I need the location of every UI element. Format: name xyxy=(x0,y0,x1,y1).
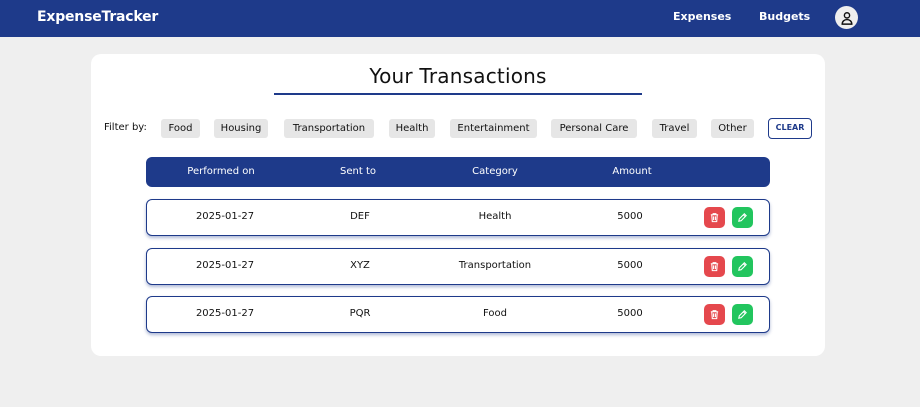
table-header: Performed on Sent to Category Amount xyxy=(146,157,770,187)
pencil-icon xyxy=(738,213,747,222)
column-header-category: Category xyxy=(472,166,518,177)
edit-button[interactable] xyxy=(732,207,753,228)
column-header-amount: Amount xyxy=(612,166,652,177)
title-underline xyxy=(274,93,642,95)
cell-category: Food xyxy=(483,308,507,319)
delete-button[interactable] xyxy=(704,304,725,325)
cell-sent-to: PQR xyxy=(349,308,371,319)
filter-chip-entertainment[interactable]: Entertainment xyxy=(450,119,537,138)
cell-date: 2025-01-27 xyxy=(195,260,255,271)
edit-button[interactable] xyxy=(732,256,753,277)
clear-filters-button[interactable]: CLEAR xyxy=(768,118,812,139)
trash-icon xyxy=(710,262,719,272)
filter-chip-transportation[interactable]: Transportation xyxy=(284,119,374,138)
cell-category: Transportation xyxy=(458,260,532,271)
filter-chip-travel[interactable]: Travel xyxy=(652,119,697,138)
filter-chip-health[interactable]: Health xyxy=(389,119,435,138)
filter-chip-other[interactable]: Other xyxy=(711,119,754,138)
edit-button[interactable] xyxy=(732,304,753,325)
page-title: Your Transactions xyxy=(369,64,547,88)
column-header-performed-on: Performed on xyxy=(187,166,255,177)
transactions-card: Your Transactions Filter by: Food Housin… xyxy=(91,54,825,356)
cell-amount: 5000 xyxy=(617,211,643,222)
trash-icon xyxy=(710,310,719,320)
cell-amount: 5000 xyxy=(617,308,643,319)
profile-avatar-button[interactable] xyxy=(835,6,858,29)
table-row: 2025-01-27 XYZ Transportation 5000 xyxy=(146,248,770,285)
delete-button[interactable] xyxy=(704,207,725,228)
filter-label: Filter by: xyxy=(104,122,147,133)
filter-chip-personal-care[interactable]: Personal Care xyxy=(551,119,637,138)
filter-chip-food[interactable]: Food xyxy=(161,119,200,138)
delete-button[interactable] xyxy=(704,256,725,277)
table-row: 2025-01-27 PQR Food 5000 xyxy=(146,296,770,333)
cell-amount: 5000 xyxy=(617,260,643,271)
user-icon xyxy=(840,11,853,25)
column-header-sent-to: Sent to xyxy=(340,166,376,177)
pencil-icon xyxy=(738,262,747,271)
nav-expenses-link[interactable]: Expenses xyxy=(673,10,731,23)
pencil-icon xyxy=(738,310,747,319)
brand-logo[interactable]: ExpenseTracker xyxy=(37,9,158,25)
trash-icon xyxy=(710,213,719,223)
cell-date: 2025-01-27 xyxy=(195,308,255,319)
cell-sent-to: XYZ xyxy=(350,260,370,271)
cell-category: Health xyxy=(478,211,512,222)
top-navbar: ExpenseTracker Expenses Budgets xyxy=(0,0,920,37)
cell-sent-to: DEF xyxy=(350,211,370,222)
nav-budgets-link[interactable]: Budgets xyxy=(759,10,810,23)
table-row: 2025-01-27 DEF Health 5000 xyxy=(146,199,770,236)
filter-chip-housing[interactable]: Housing xyxy=(214,119,268,138)
cell-date: 2025-01-27 xyxy=(195,211,255,222)
